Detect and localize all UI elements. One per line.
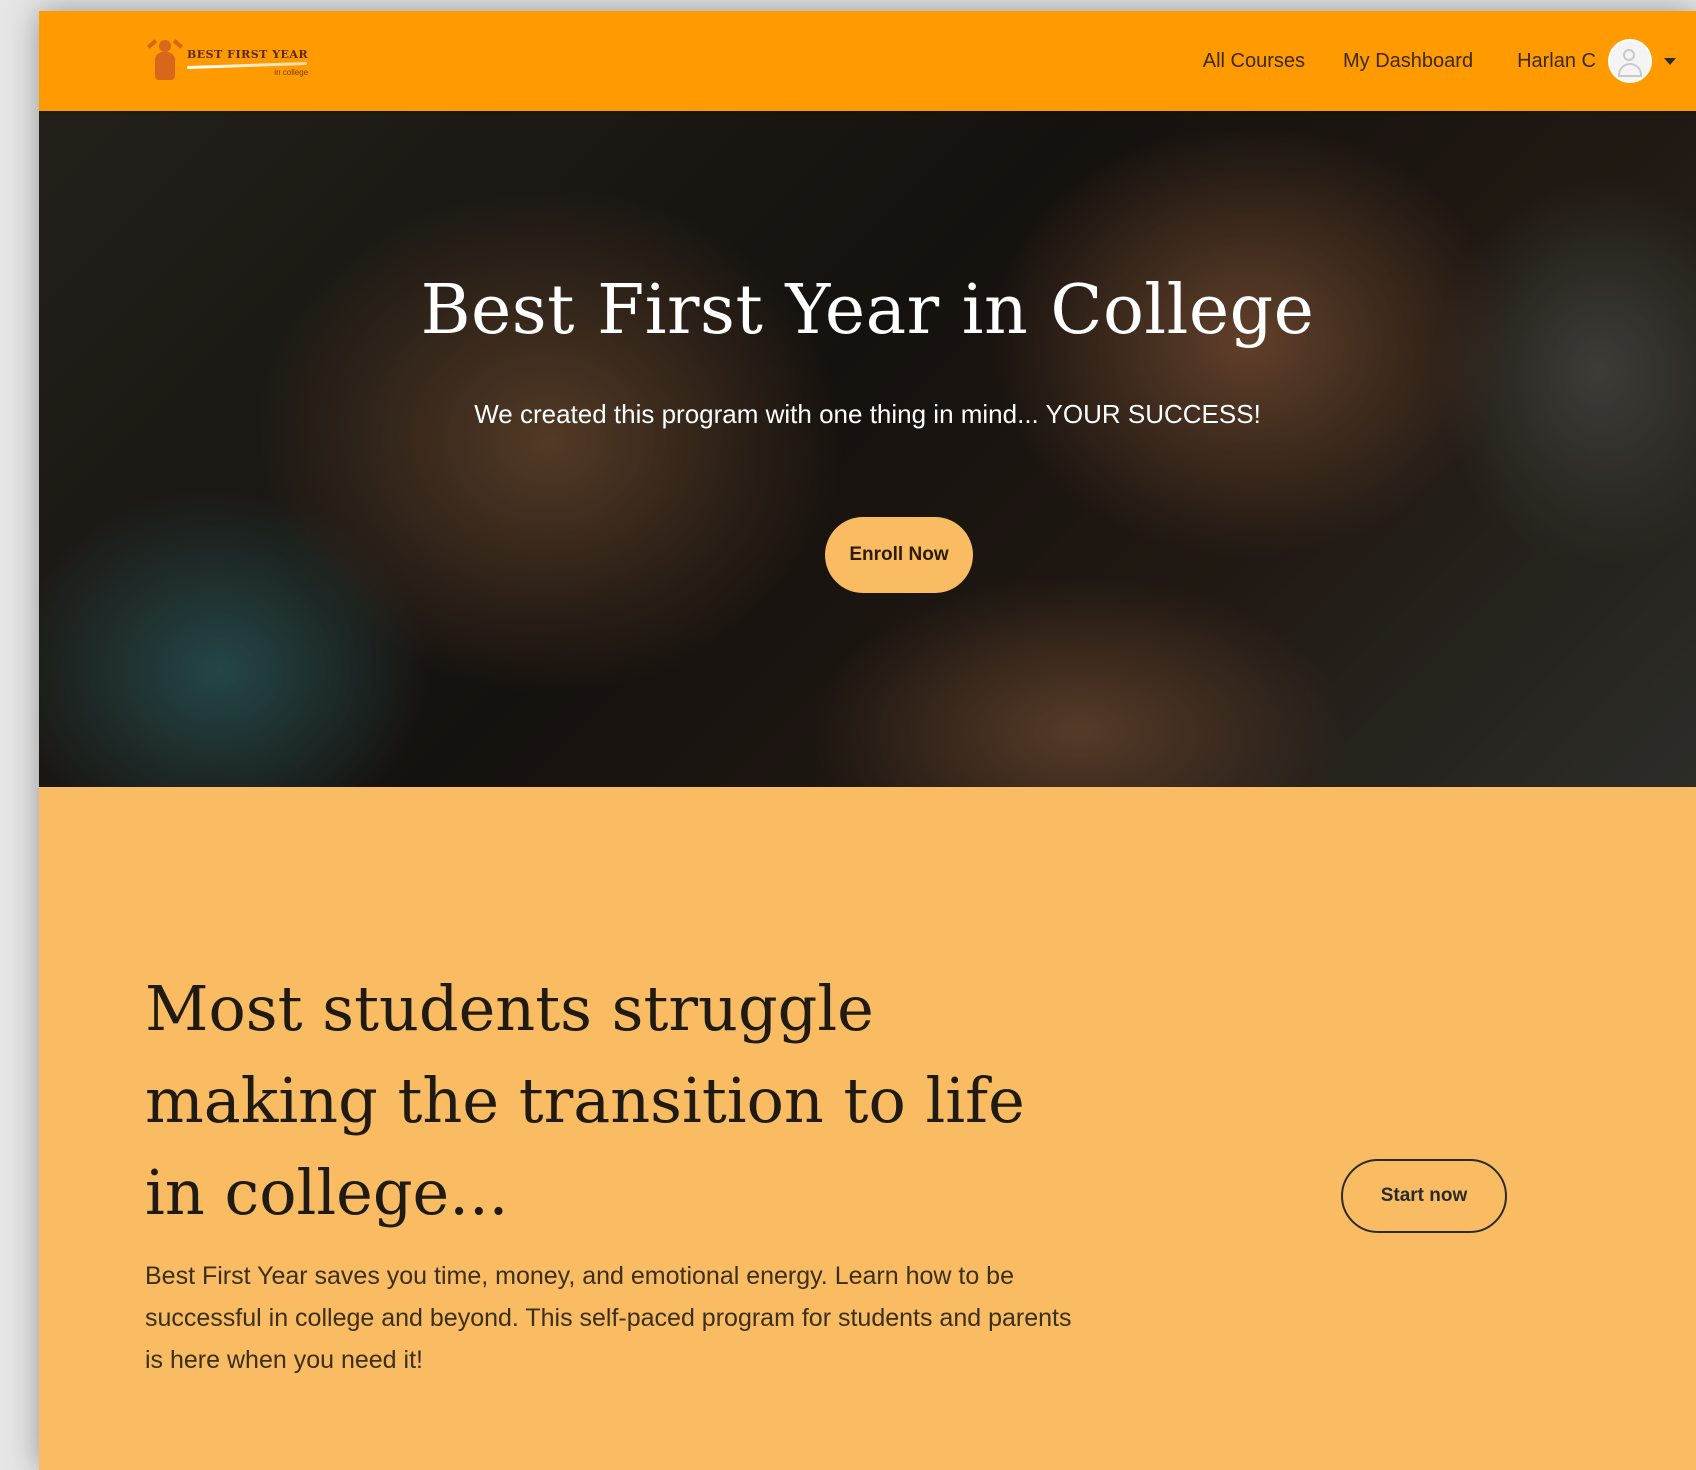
start-now-button[interactable]: Start now (1341, 1159, 1507, 1233)
intro-section: Most students struggle making the transi… (39, 787, 1696, 1470)
top-navbar: BEST FIRST YEAR in college All Courses M… (39, 11, 1696, 111)
user-silhouette-icon (1623, 49, 1635, 61)
logo-figure-icon (146, 36, 185, 88)
chevron-down-icon[interactable] (1664, 57, 1676, 65)
intro-body: Best First Year saves you time, money, a… (145, 1262, 1072, 1374)
nav-my-dashboard[interactable]: My Dashboard (1343, 50, 1473, 73)
user-menu[interactable]: Harlan C (1517, 39, 1676, 83)
browser-page: BEST FIRST YEAR in college All Courses M… (39, 11, 1696, 1470)
site-logo[interactable]: BEST FIRST YEAR in college (146, 33, 317, 91)
nav-all-courses[interactable]: All Courses (1203, 50, 1305, 73)
intro-heading: Most students struggle making the transi… (145, 972, 1025, 1229)
enroll-now-button[interactable]: Enroll Now (825, 517, 973, 593)
logo-title: BEST FIRST YEAR (187, 47, 309, 61)
logo-subtitle: in college (274, 67, 309, 77)
hero-subtitle: We created this program with one thing i… (474, 399, 1261, 429)
nav-links: All Courses My Dashboard Harlan C (1165, 11, 1676, 111)
hero-title: Best First Year in College (420, 271, 1315, 350)
avatar[interactable] (1608, 39, 1652, 83)
user-name: Harlan C (1517, 49, 1596, 72)
hero-banner: Best First Year in College We created th… (39, 111, 1696, 787)
